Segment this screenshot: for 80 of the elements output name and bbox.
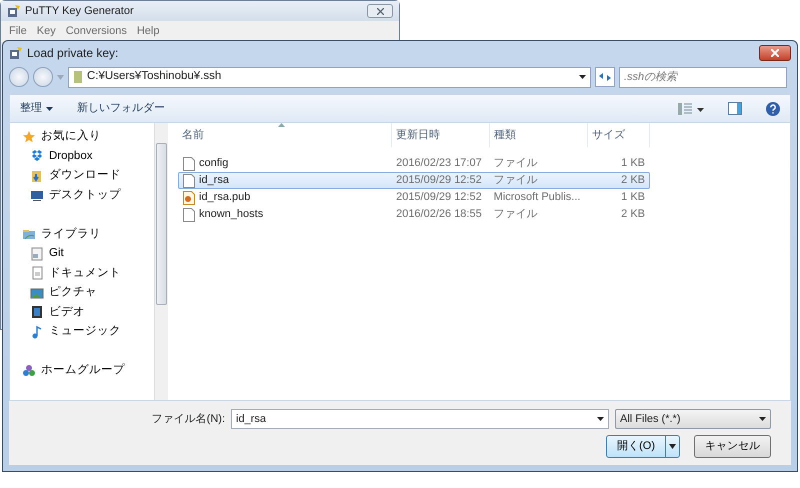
close-button[interactable] bbox=[759, 45, 791, 61]
sidebar-item[interactable]: Git bbox=[22, 244, 154, 264]
file-type: ファイル bbox=[492, 173, 539, 188]
file-size: 2 KB bbox=[620, 207, 646, 222]
music-note-icon bbox=[30, 324, 44, 339]
filename-field[interactable]: id_rsa bbox=[231, 409, 609, 429]
file-type: ファイル bbox=[492, 207, 539, 222]
open-button[interactable]: 開く(O) bbox=[606, 435, 680, 458]
file-name: known_hosts bbox=[199, 207, 264, 222]
organize-menu[interactable]: 整理 bbox=[20, 100, 53, 117]
column-header[interactable]: サイズ bbox=[588, 123, 650, 147]
cancel-button[interactable]: キャンセル bbox=[694, 435, 771, 458]
film-icon bbox=[30, 305, 44, 320]
file-type: Microsoft Publis... bbox=[492, 190, 582, 206]
menu-item[interactable]: Conversions bbox=[66, 23, 127, 40]
modified-date: 2015/09/29 12:52 bbox=[395, 173, 483, 188]
modified-date: 2016/02/23 17:07 bbox=[395, 156, 483, 172]
file-icon bbox=[183, 174, 195, 188]
sidebar-item[interactable]: Dropbox bbox=[22, 146, 154, 166]
dialog-title: Load private key: bbox=[27, 45, 118, 62]
sidebar-item[interactable]: デスクトップ bbox=[22, 186, 154, 205]
sidebar-item[interactable]: ライブラリ bbox=[22, 224, 154, 244]
menu-item[interactable]: Help bbox=[136, 23, 160, 40]
sidebar-item[interactable]: ピクチャ bbox=[22, 283, 154, 302]
key-generator-icon bbox=[7, 4, 21, 18]
document-icon bbox=[30, 246, 44, 261]
file-type-dropdown[interactable]: All Files (*.*) bbox=[615, 409, 771, 429]
homegroup-icon bbox=[22, 364, 36, 378]
file-icon bbox=[183, 156, 195, 170]
file-size: 2 KB bbox=[620, 173, 646, 188]
caret-icon bbox=[759, 417, 766, 421]
menu-item[interactable]: File bbox=[9, 23, 27, 40]
file-size: 1 KB bbox=[620, 190, 646, 206]
close-button[interactable] bbox=[367, 4, 393, 18]
key-generator-icon bbox=[9, 46, 23, 60]
picture-icon bbox=[30, 286, 44, 300]
menu-item[interactable]: Key bbox=[36, 23, 56, 40]
filename-label: ファイル名(N): bbox=[152, 412, 225, 427]
close-icon bbox=[376, 8, 384, 14]
publisher-file-icon bbox=[183, 190, 195, 204]
sidebar-item[interactable]: ホームグループ bbox=[22, 361, 154, 380]
view-icon[interactable] bbox=[678, 102, 704, 116]
file-type: ファイル bbox=[492, 156, 539, 172]
star-icon bbox=[22, 130, 36, 144]
caret-icon[interactable] bbox=[597, 417, 604, 421]
sidebar-item[interactable]: ドキュメント bbox=[22, 264, 154, 283]
document-icon bbox=[30, 266, 44, 280]
sidebar-item[interactable]: お気に入り bbox=[22, 127, 154, 146]
file-name: config bbox=[199, 156, 228, 172]
file-size: 1 KB bbox=[620, 156, 646, 172]
scrollbar[interactable] bbox=[154, 123, 168, 400]
caret-icon[interactable] bbox=[579, 75, 586, 79]
file-icon bbox=[183, 208, 195, 222]
address-field[interactable]: C:¥Users¥Toshinobu¥.ssh bbox=[68, 66, 591, 88]
file-row[interactable]: known_hosts 2016/02/26 18:55 ファイル 2 KB bbox=[178, 206, 650, 223]
help-icon[interactable] bbox=[766, 102, 780, 116]
sidebar-item[interactable]: ダウンロード bbox=[22, 166, 154, 186]
preview-pane-icon[interactable] bbox=[728, 102, 742, 115]
file-row[interactable]: config 2016/02/23 17:07 ファイル 1 KB bbox=[178, 155, 650, 172]
column-header[interactable]: 更新日時 bbox=[392, 123, 490, 147]
scroll-thumb[interactable] bbox=[156, 143, 167, 305]
window-title: PuTTY Key Generator bbox=[25, 4, 134, 19]
file-name: id_rsa.pub bbox=[199, 190, 250, 206]
caret-icon bbox=[46, 106, 53, 110]
toolbar-button[interactable]: 新しいフォルダー bbox=[77, 100, 165, 117]
column-header[interactable]: 種類 bbox=[490, 123, 588, 147]
search-field[interactable]: .sshの検索 bbox=[619, 66, 787, 88]
file-row[interactable]: id_rsa 2015/09/29 12:52 ファイル 2 KB bbox=[178, 172, 650, 189]
library-icon bbox=[22, 227, 36, 242]
close-icon bbox=[771, 49, 779, 57]
sidebar-item[interactable]: ビデオ bbox=[22, 302, 154, 322]
sidebar-item[interactable]: ミュージック bbox=[22, 322, 154, 342]
column-header[interactable]: 名前 bbox=[178, 123, 392, 147]
modified-date: 2015/09/29 12:52 bbox=[395, 190, 483, 206]
caret-icon[interactable] bbox=[669, 444, 676, 449]
dropbox-icon bbox=[30, 149, 44, 164]
file-row[interactable]: id_rsa.pub 2015/09/29 12:52 Microsoft Publis... 1 KB bbox=[178, 189, 650, 206]
monitor-icon bbox=[30, 188, 44, 202]
modified-date: 2016/02/26 18:55 bbox=[395, 207, 483, 222]
file-name: id_rsa bbox=[199, 173, 229, 188]
